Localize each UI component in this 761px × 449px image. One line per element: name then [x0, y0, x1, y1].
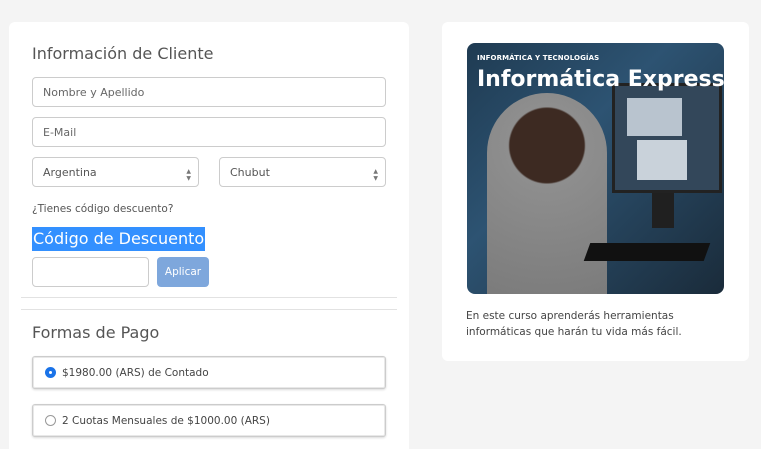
payment-option-cash[interactable]: $1980.00 (ARS) de Contado — [32, 356, 386, 389]
course-category: INFORMÁTICA Y TECNOLOGÍAS — [477, 54, 600, 62]
image-video-tile — [637, 140, 687, 180]
country-value: Argentina — [43, 165, 97, 179]
payment-option-installments[interactable]: 2 Cuotas Mensuales de $1000.00 (ARS) — [32, 404, 386, 437]
chevron-down-icon: ▲ ▼ — [373, 168, 378, 182]
payment-option-label: 2 Cuotas Mensuales de $1000.00 (ARS) — [62, 414, 270, 427]
email-input[interactable]: E-Mail — [32, 117, 386, 147]
radio-checked-icon[interactable] — [45, 367, 56, 378]
radio-unchecked-icon[interactable] — [45, 415, 56, 426]
divider — [21, 297, 397, 298]
country-select[interactable]: Argentina ▲ ▼ — [32, 157, 199, 187]
province-select[interactable]: Chubut ▲ ▼ — [219, 157, 386, 187]
province-value: Chubut — [230, 165, 270, 179]
client-form-card: Información de Cliente Nombre y Apellido… — [9, 22, 409, 449]
discount-question[interactable]: ¿Tienes código descuento? — [32, 203, 173, 215]
image-keyboard — [583, 243, 711, 261]
payment-option-label: $1980.00 (ARS) de Contado — [62, 366, 209, 379]
client-info-title: Información de Cliente — [32, 44, 214, 63]
image-monitor-stand — [652, 193, 674, 228]
course-card: INFORMÁTICA Y TECNOLOGÍAS Informática Ex… — [442, 22, 749, 361]
image-person — [487, 93, 607, 294]
payment-title: Formas de Pago — [32, 323, 160, 342]
discount-code-input[interactable] — [32, 257, 149, 287]
image-video-tile — [627, 98, 682, 136]
course-image: INFORMÁTICA Y TECNOLOGÍAS Informática Ex… — [467, 43, 724, 294]
divider — [21, 309, 397, 310]
course-description: En este curso aprenderás herramientas in… — [466, 310, 682, 338]
course-name: Informática Express — [477, 67, 724, 92]
apply-button[interactable]: Aplicar — [157, 257, 209, 287]
name-input[interactable]: Nombre y Apellido — [32, 77, 386, 107]
chevron-down-icon: ▲ ▼ — [186, 168, 191, 182]
discount-title: Código de Descuento — [32, 227, 206, 251]
